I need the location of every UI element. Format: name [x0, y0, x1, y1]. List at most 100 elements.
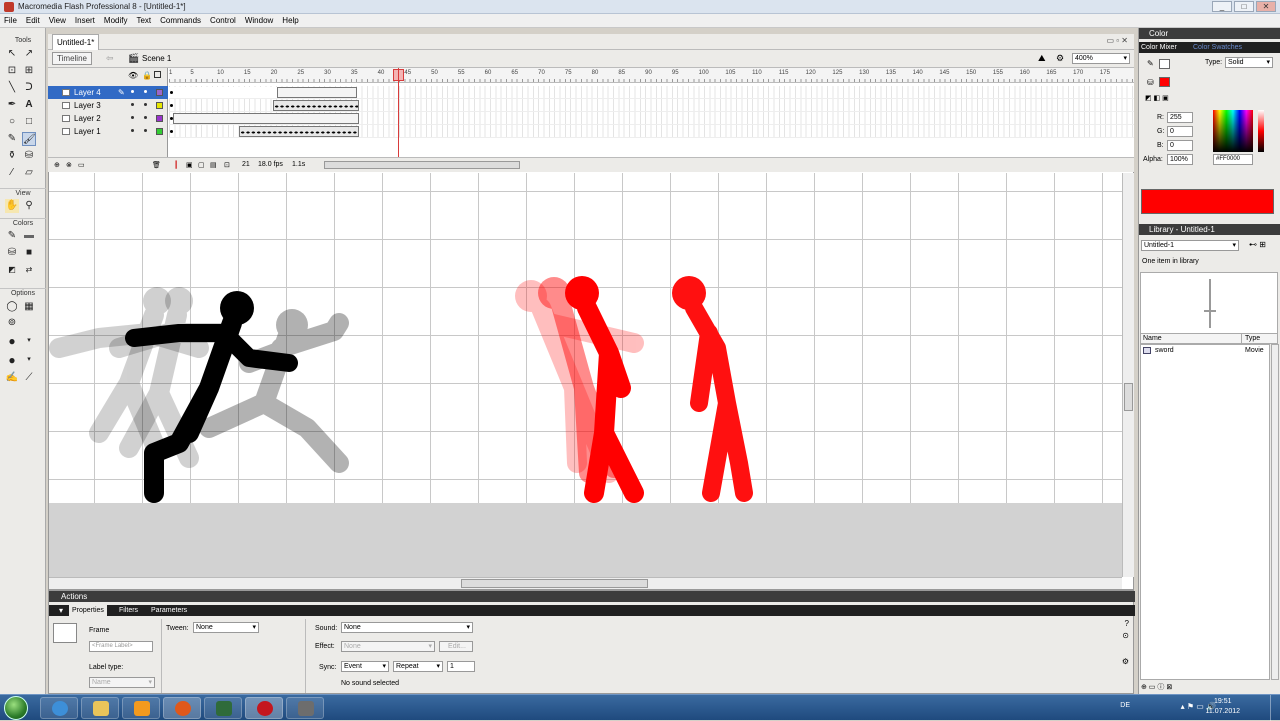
red-input[interactable]: 255: [1167, 112, 1193, 123]
color-panel-header[interactable]: Color: [1139, 28, 1280, 39]
language-indicator[interactable]: DE: [1120, 702, 1130, 709]
taskbar-explorer[interactable]: [81, 697, 119, 719]
add-folder-icon[interactable]: ▭: [78, 161, 85, 169]
zoom-tool-icon[interactable]: ⚲: [22, 199, 36, 213]
taskbar-flash[interactable]: [245, 697, 283, 719]
library-document-select[interactable]: Untitled-1 ▾: [1141, 240, 1239, 251]
zoom-select[interactable]: 400% ▾: [1072, 53, 1130, 64]
subselection-tool-icon[interactable]: ↗: [22, 47, 36, 61]
swap-colors-icon[interactable]: ⇄: [22, 263, 36, 277]
alpha-input[interactable]: 100%: [1167, 154, 1193, 165]
tab-filters[interactable]: Filters: [119, 605, 138, 616]
tween-select[interactable]: None ▾: [193, 622, 259, 633]
menu-help[interactable]: Help: [278, 14, 303, 25]
frame-row-2[interactable]: [169, 112, 1134, 125]
minimize-button[interactable]: _: [1212, 1, 1232, 12]
timeline-toggle-button[interactable]: Timeline: [52, 52, 92, 65]
effect-select[interactable]: None ▾: [341, 641, 435, 652]
library-item[interactable]: sword Movie: [1141, 345, 1269, 356]
repeat-select[interactable]: Repeat ▾: [393, 661, 443, 672]
add-guide-icon[interactable]: ⊗: [66, 161, 72, 169]
fill-bucket-icon[interactable]: ⛁: [1147, 78, 1154, 87]
sync-select[interactable]: Event ▾: [341, 661, 389, 672]
pencil-tool-icon[interactable]: ✎: [5, 132, 19, 146]
menu-insert[interactable]: Insert: [71, 14, 100, 25]
edit-button[interactable]: Edit...: [439, 641, 473, 652]
layer-row-4[interactable]: Layer 4 ✎: [48, 86, 168, 99]
menu-text[interactable]: Text: [132, 14, 156, 25]
taskbar-tool[interactable]: [286, 697, 324, 719]
edit-symbols-icon[interactable]: ⚙: [1056, 53, 1064, 64]
back-arrow-icon[interactable]: ⇦: [106, 53, 114, 64]
frame-row-4[interactable]: [169, 86, 1134, 99]
stage-canvas[interactable]: [49, 173, 1122, 503]
fill-transform-tool-icon[interactable]: ⊞: [22, 64, 36, 78]
help-icon[interactable]: ?: [1125, 619, 1129, 628]
tab-color-swatches[interactable]: Color Swatches: [1193, 42, 1242, 53]
lasso-tool-icon[interactable]: ᑐ: [22, 81, 36, 95]
brush-size-dropdown-icon[interactable]: ▾: [22, 334, 36, 348]
fill-color-swatch[interactable]: [1159, 77, 1170, 87]
brush-mode-icon[interactable]: ⊚: [5, 316, 19, 330]
selection-tool-icon[interactable]: ↖: [5, 47, 19, 61]
edit-multiple-icon[interactable]: ▤: [210, 161, 217, 169]
tab-parameters[interactable]: Parameters: [151, 605, 187, 616]
eraser-tool-icon[interactable]: ▱: [22, 166, 36, 180]
menu-view[interactable]: View: [45, 14, 71, 25]
stroke-color-swatch[interactable]: [1159, 59, 1170, 69]
brush-shape-icon[interactable]: ●: [5, 353, 19, 367]
center-frame-icon[interactable]: ┃: [174, 161, 178, 169]
layer-outline-header-icon[interactable]: [154, 71, 161, 78]
hand-tool-icon[interactable]: ✋: [5, 199, 19, 213]
free-transform-tool-icon[interactable]: ⊡: [5, 64, 19, 78]
layer-row-1[interactable]: Layer 1: [48, 125, 168, 138]
hscroll-thumb[interactable]: [461, 579, 648, 588]
layer-visibility-header-icon[interactable]: 👁: [128, 71, 138, 80]
actions-panel-header[interactable]: Actions: [49, 591, 1135, 602]
document-tab[interactable]: Untitled-1*: [52, 34, 100, 50]
col-name[interactable]: Name: [1143, 334, 1162, 343]
stroke-swatch-icon[interactable]: ▬: [22, 229, 36, 243]
fill-swatch-icon[interactable]: ■: [22, 246, 36, 260]
col-type[interactable]: Type: [1241, 334, 1260, 343]
oval-tool-icon[interactable]: ○: [5, 115, 19, 129]
tab-color-mixer[interactable]: Color Mixer: [1141, 42, 1177, 53]
color-spectrum[interactable]: [1213, 110, 1253, 152]
stroke-color-icon[interactable]: ✎: [5, 229, 19, 243]
green-input[interactable]: 0: [1167, 126, 1193, 137]
lock-fill-icon[interactable]: ▦: [22, 300, 36, 314]
ink-bottle-tool-icon[interactable]: ⚱: [5, 149, 19, 163]
default-colors-icon[interactable]: ◩: [5, 263, 19, 277]
delete-layer-icon[interactable]: 🗑: [152, 161, 161, 169]
library-panel-header[interactable]: Library - Untitled-1: [1139, 224, 1280, 235]
hex-input[interactable]: #FF0000: [1213, 154, 1253, 165]
rectangle-tool-icon[interactable]: □: [22, 115, 36, 129]
show-desktop-button[interactable]: [1270, 695, 1280, 721]
tilt-icon[interactable]: ⟋: [22, 371, 36, 385]
menu-edit[interactable]: Edit: [22, 14, 45, 25]
frame-row-1[interactable]: [169, 125, 1134, 138]
default-colors-small-icon[interactable]: ◩ ◧ ▣: [1145, 94, 1169, 102]
stage-vertical-scrollbar[interactable]: [1122, 173, 1134, 577]
repeat-count-input[interactable]: 1: [447, 661, 475, 672]
menu-commands[interactable]: Commands: [156, 14, 206, 25]
pressure-icon[interactable]: ✍: [5, 371, 19, 385]
start-button[interactable]: [4, 696, 28, 720]
fill-type-select[interactable]: Solid ▾: [1225, 57, 1273, 68]
brush-tool-icon[interactable]: 🖌: [22, 132, 36, 146]
timeline-hscroll[interactable]: [324, 161, 520, 169]
pin-library-icon[interactable]: ⊷ ⊞: [1249, 240, 1266, 249]
doc-window-controls[interactable]: ▭ ▫ ✕: [1106, 36, 1128, 45]
text-tool-icon[interactable]: A: [22, 98, 36, 112]
layer-lock-header-icon[interactable]: 🔒: [142, 71, 152, 80]
paint-bucket-tool-icon[interactable]: ⛁: [22, 149, 36, 163]
frame-row-3[interactable]: [169, 99, 1134, 112]
line-tool-icon[interactable]: ╲: [5, 81, 19, 95]
accessibility-icon[interactable]: ⚙: [1122, 657, 1129, 666]
vscroll-thumb[interactable]: [1124, 383, 1133, 411]
menu-window[interactable]: Window: [241, 14, 278, 25]
blue-input[interactable]: 0: [1167, 140, 1193, 151]
stage-horizontal-scrollbar[interactable]: [49, 577, 1122, 589]
onion-outline-icon[interactable]: ▢: [198, 161, 205, 169]
menu-modify[interactable]: Modify: [100, 14, 133, 25]
